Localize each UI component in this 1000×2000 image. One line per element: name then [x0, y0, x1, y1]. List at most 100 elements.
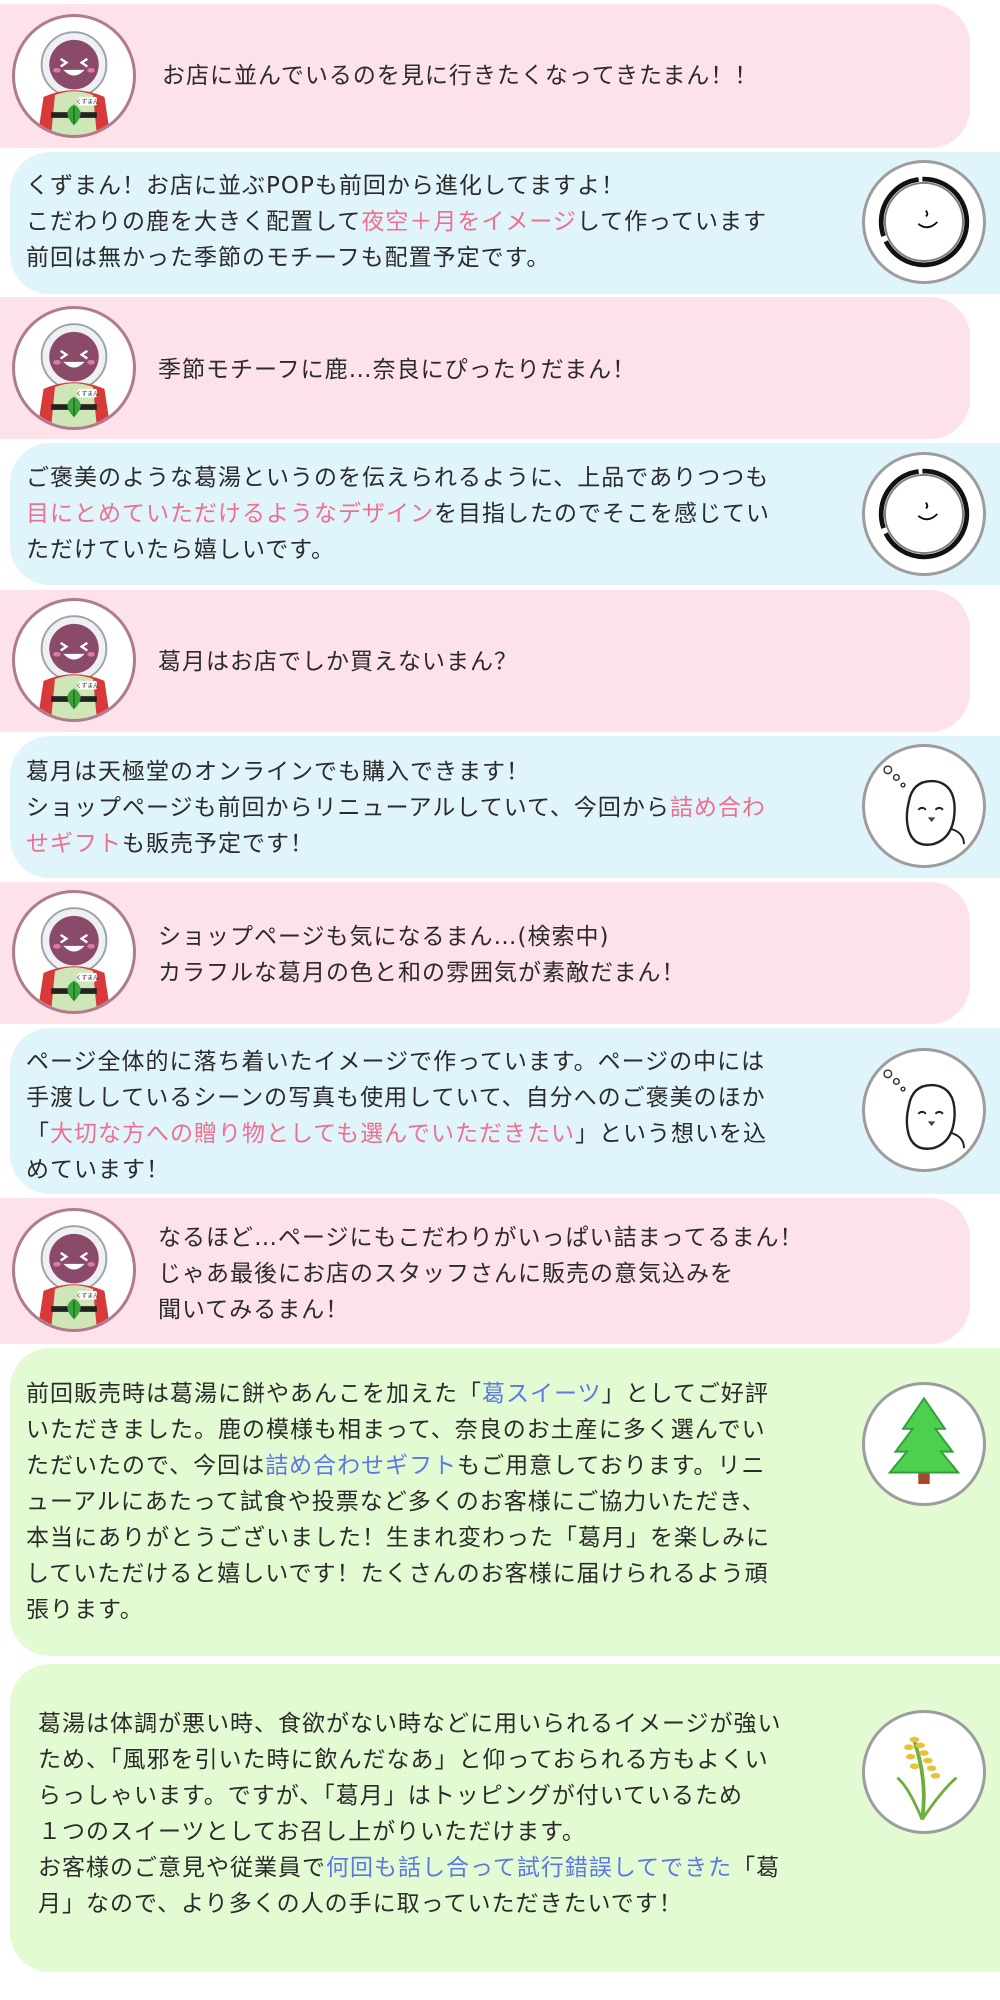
designer-avatar: [862, 452, 986, 576]
message-segment: カラフルな葛月の色と和の雰囲気が素敵だまん！: [158, 960, 686, 986]
message-text: 前回販売時は葛湯に餅やあんこを加えた「葛スイーツ」としてご好評いただきました。鹿…: [26, 1376, 770, 1628]
message-segment: お客様のご意見や従業員で: [38, 1855, 326, 1881]
message-text: ご褒美のような葛湯というのを伝えられるように、上品でありつつも 目にとめていただけ…: [26, 460, 770, 568]
message-segment: こだわりの鹿を大きく配置して: [26, 209, 362, 235]
tree-icon: [887, 1396, 961, 1484]
staff-avatar: [862, 1710, 986, 1834]
message-segment: 季節モチーフに鹿…奈良にぴったりだまん！: [158, 357, 637, 383]
highlighted-text: 葛スイーツ: [482, 1381, 602, 1407]
kuzuman-mascot-icon: くずまん: [37, 615, 111, 719]
message-segment: ため、「風邪を引いた時に飲んだなあ」と仰っておられる方もよくい: [38, 1747, 769, 1773]
message-line: ため、「風邪を引いた時に飲んだなあ」と仰っておられる方もよくい: [38, 1742, 782, 1778]
message-segment: じゃあ最後にお店のスタッフさんに販売の意気込みを: [158, 1261, 734, 1287]
moon-face-icon: [878, 468, 970, 560]
message-line: カラフルな葛月の色と和の雰囲気が素敵だまん！: [158, 955, 686, 991]
message-segment: くずまん！お店に並ぶPOPも前回から進化してますよ！: [26, 173, 626, 199]
kuzuman-avatar: くずまん: [12, 598, 136, 722]
message-line: くずまん！お店に並ぶPOPも前回から進化してますよ！: [26, 168, 767, 204]
message-text: 葛月は天極堂のオンラインでも購入できます！ ショップページも前回からリニューアルし…: [26, 754, 766, 862]
message-segment: 」という想いを込: [575, 1121, 768, 1147]
kuzuman-avatar: くずまん: [12, 1208, 136, 1332]
message-segment: ューアルにあたって試食や投票など多くのお客様にご協力いただき、: [26, 1489, 766, 1515]
highlighted-text: 目にとめていただけるようなデザイン: [26, 501, 434, 527]
message-line: 目にとめていただけるようなデザインを目指したのでそこを感じてい: [26, 496, 770, 532]
message-line: 前回は無かった季節のモチーフも配置予定です。: [26, 240, 767, 276]
message-segment: 葛月は天極堂のオンラインでも購入できます！: [26, 759, 530, 785]
message-line: お店に並んでいるのを見に行きたくなってきたまん！！: [162, 58, 758, 94]
message-line: 聞いてみるまん！: [158, 1292, 803, 1328]
message-line: 張ります。: [26, 1592, 770, 1628]
message-segment: 前回は無かった季節のモチーフも配置予定です。: [26, 245, 551, 271]
message-line: らっしゃいます。ですが、「葛月」はトッピングが付いているため: [38, 1778, 782, 1814]
message-line: ューアルにあたって試食や投票など多くのお客様にご協力いただき、: [26, 1484, 770, 1520]
highlighted-text: 詰め合わ: [669, 795, 766, 821]
kuzuman-avatar: くずまん: [12, 306, 136, 430]
chat-conversation: くずまん お店に並んでいるのを見に行きたくなってきたまん！！ くずまん！お店に並…: [0, 0, 1000, 2000]
kuzuman-mascot-icon: くずまん: [37, 31, 111, 135]
bird-icon: [883, 765, 965, 846]
message-line: ご褒美のような葛湯というのを伝えられるように、上品でありつつも: [26, 460, 770, 496]
message-segment: も販売予定です！: [122, 831, 314, 857]
message-segment: を目指したのでそこを感じてい: [434, 501, 770, 527]
message-segment: 葛湯は体調が悪い時、食欲がない時などに用いられるイメージが強い: [38, 1711, 782, 1737]
rice-plant-icon: [896, 1736, 958, 1821]
message-line: 「大切な方への贈り物としても選んでいただきたい」という想いを込: [26, 1116, 767, 1152]
message-segment: ページ全体的に落ち着いたイメージで作っています。ページの中には: [26, 1049, 766, 1075]
message-text: くずまん！お店に並ぶPOPも前回から進化してますよ！ こだわりの鹿を大きく配置して…: [26, 168, 767, 276]
message-segment: 葛月はお店でしか買えないまん？: [158, 649, 518, 675]
kuzuman-badge-label: くずまん: [76, 390, 99, 398]
kuzuman-badge-label: くずまん: [76, 1292, 99, 1300]
message-line: 葛月は天極堂のオンラインでも購入できます！: [26, 754, 766, 790]
message-segment: 月」なので、より多くの人の手に取っていただきたいです！: [38, 1891, 683, 1917]
kuzuman-mascot-icon: くずまん: [37, 1225, 111, 1329]
message-text: ページ全体的に落ち着いたイメージで作っています。ページの中には手渡ししているシー…: [26, 1044, 767, 1188]
kuzuman-avatar: くずまん: [12, 890, 136, 1014]
message-segment: 張ります。: [26, 1597, 144, 1623]
staff-avatar: [862, 1382, 986, 1506]
message-line: お客様のご意見や従業員で何回も話し合って試行錯誤してできた「葛: [38, 1850, 782, 1886]
message-segment: 」としてご好評: [601, 1381, 769, 1407]
kuzuman-badge-label: くずまん: [76, 682, 99, 690]
highlighted-text: 大切な方への贈り物としても選んでいただきたい: [50, 1121, 576, 1147]
message-line: ページ全体的に落ち着いたイメージで作っています。ページの中には: [26, 1044, 767, 1080]
message-segment: ショップページも気になるまん…(検索中): [158, 924, 610, 950]
message-segment: ご褒美のような葛湯というのを伝えられるように、上品でありつつも: [26, 465, 770, 491]
message-line: こだわりの鹿を大きく配置して夜空＋月をイメージして作っています: [26, 204, 767, 240]
message-line: ただけていたら嬉しいです。: [26, 532, 770, 568]
moon-face-icon: [878, 176, 970, 268]
message-line: 月」なので、より多くの人の手に取っていただきたいです！: [38, 1886, 782, 1922]
message-segment: お店に並んでいるのを見に行きたくなってきたまん！！: [162, 63, 759, 89]
designer-avatar: [862, 160, 986, 284]
kuzuman-mascot-icon: くずまん: [37, 907, 111, 1011]
message-segment: らっしゃいます。ですが、「葛月」はトッピングが付いているため: [38, 1783, 744, 1809]
bird-icon: [883, 1069, 965, 1150]
message-line: 季節モチーフに鹿…奈良にぴったりだまん！: [158, 352, 636, 388]
message-line: していただけると嬉しいです！たくさんのお客様に届けられるよう頑: [26, 1556, 770, 1592]
message-line: 前回販売時は葛湯に餅やあんこを加えた「葛スイーツ」としてご好評: [26, 1376, 770, 1412]
highlighted-text: せギフト: [26, 831, 122, 857]
message-segment: なるほど…ページにもこだわりがいっぱい詰まってるまん！: [158, 1225, 804, 1251]
kuzuman-badge-label: くずまん: [76, 974, 99, 982]
web-avatar: [862, 744, 986, 868]
message-segment: もご用意しております。リニ: [457, 1453, 766, 1479]
message-segment: 「: [26, 1121, 50, 1147]
message-line: なるほど…ページにもこだわりがいっぱい詰まってるまん！: [158, 1220, 803, 1256]
message-line: １つのスイーツとしてお召し上がりいただけます。: [38, 1814, 782, 1850]
message-segment: ただけていたら嬉しいです。: [26, 537, 336, 563]
message-line: じゃあ最後にお店のスタッフさんに販売の意気込みを: [158, 1256, 803, 1292]
message-segment: ただいたので、今回は: [26, 1453, 266, 1479]
message-line: ただいたので、今回は詰め合わせギフトもご用意しております。リニ: [26, 1448, 770, 1484]
message-line: 本当にありがとうございました！生まれ変わった「葛月」を楽しみに: [26, 1520, 770, 1556]
message-line: いただきました。鹿の模様も相まって、奈良のお土産に多く選んでい: [26, 1412, 770, 1448]
message-text: お店に並んでいるのを見に行きたくなってきたまん！！: [162, 58, 758, 94]
message-line: 葛湯は体調が悪い時、食欲がない時などに用いられるイメージが強い: [38, 1706, 782, 1742]
message-segment: 「葛: [732, 1855, 781, 1881]
message-segment: いただきました。鹿の模様も相まって、奈良のお土産に多く選んでい: [26, 1417, 766, 1443]
message-text: ショップページも気になるまん…(検索中) カラフルな葛月の色と和の雰囲気が素敵だま…: [158, 919, 686, 991]
kuzuman-mascot-icon: くずまん: [37, 323, 111, 427]
highlighted-text: 夜空＋月をイメージ: [361, 209, 577, 235]
web-avatar: [862, 1048, 986, 1172]
message-line: 手渡ししているシーンの写真も使用していて、自分へのご褒美のほか: [26, 1080, 767, 1116]
message-text: 葛月はお店でしか買えないまん？: [158, 644, 518, 680]
message-segment: ショップページも前回からリニューアルしていて、今回から: [26, 795, 670, 821]
